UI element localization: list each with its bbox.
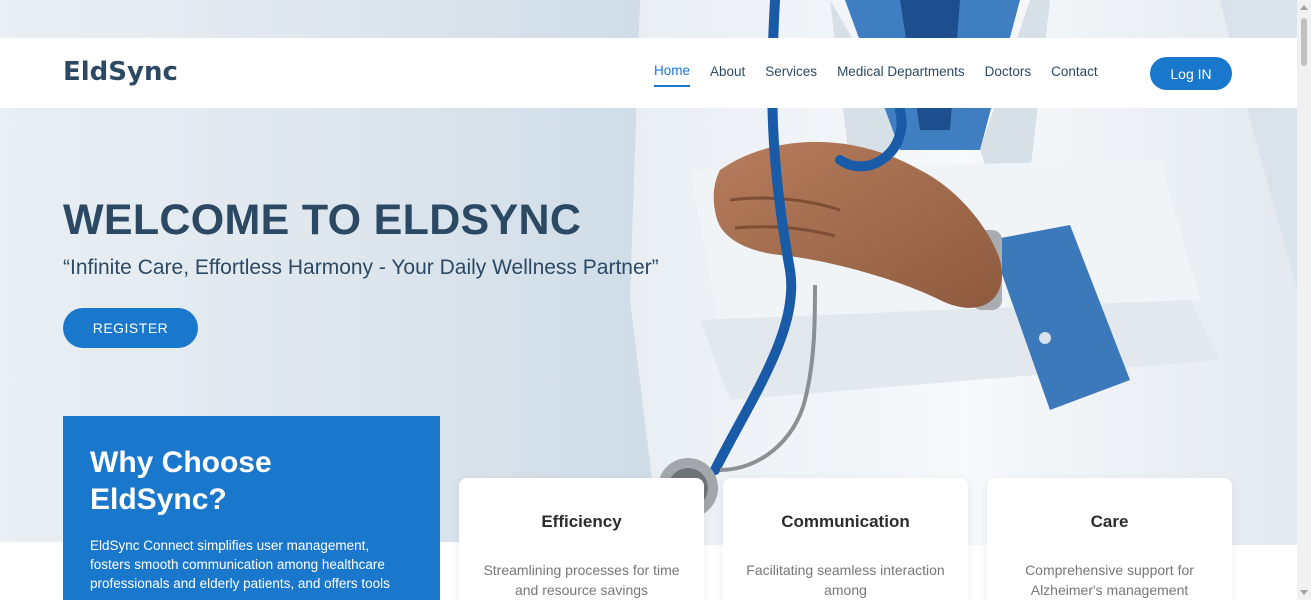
why-choose-text: EldSync Connect simplifies user manageme… — [90, 538, 390, 591]
feature-title: Efficiency — [541, 512, 622, 531]
nav-item-medical-departments[interactable]: Medical Departments — [837, 64, 965, 86]
nav-item-contact[interactable]: Contact — [1051, 64, 1098, 86]
nav-item-doctors[interactable]: Doctors — [985, 64, 1032, 86]
scroll-down-icon[interactable] — [1300, 590, 1308, 595]
nav-item-about[interactable]: About — [710, 64, 745, 86]
why-choose-panel: Why Choose EldSync? EldSync Connect simp… — [63, 416, 440, 600]
register-button[interactable]: REGISTER — [63, 308, 198, 348]
feature-text: Comprehensive support for Alzheimer's ma… — [1025, 562, 1194, 598]
why-choose-title: Why Choose EldSync? — [90, 446, 272, 516]
login-button[interactable]: Log IN — [1150, 57, 1232, 90]
feature-card-efficiency: Efficiency Streamlining processes for ti… — [459, 478, 704, 600]
feature-card-communication: Communication Facilitating seamless inte… — [723, 478, 968, 600]
nav-links: Home About Services Medical Departments … — [644, 63, 1108, 87]
hero-title: WELCOME TO ELDSYNC — [63, 196, 582, 244]
nav-item-services[interactable]: Services — [765, 64, 817, 86]
feature-text: Facilitating seamless interaction among — [746, 562, 945, 598]
scroll-up-icon[interactable] — [1300, 5, 1308, 10]
navbar: EldSync Home About Services Medical Depa… — [0, 38, 1297, 108]
hero-subtitle: “Infinite Care, Effortless Harmony - You… — [63, 256, 659, 279]
brand-logo[interactable]: EldSync — [63, 57, 178, 87]
feature-card-care: Care Comprehensive support for Alzheimer… — [987, 478, 1232, 600]
feature-text: Streamlining processes for time and reso… — [483, 562, 680, 598]
nav-item-home[interactable]: Home — [654, 63, 691, 87]
feature-title: Communication — [781, 512, 910, 531]
feature-title: Care — [1090, 512, 1129, 531]
scrollbar-thumb[interactable] — [1301, 18, 1307, 66]
page-scrollbar[interactable] — [1297, 0, 1311, 600]
